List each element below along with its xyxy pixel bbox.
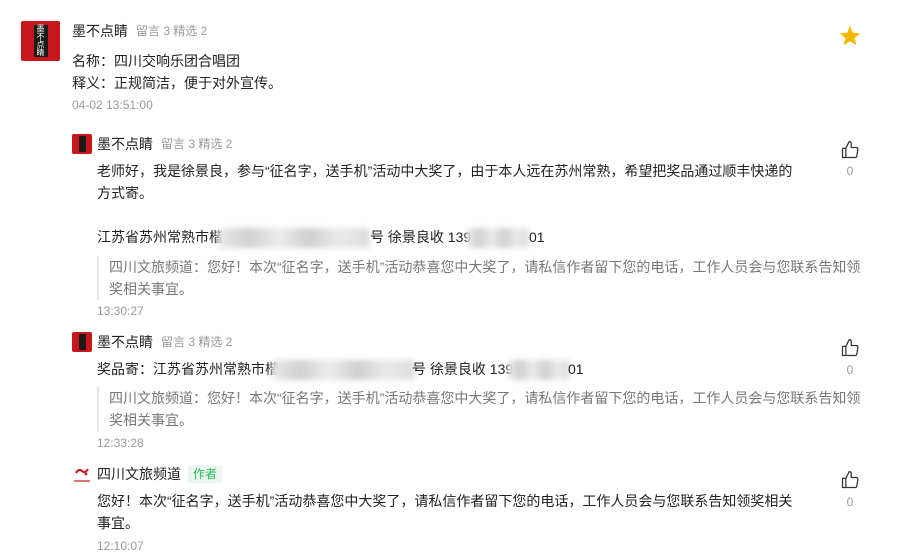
quote-line: 四川文旅频道：您好！本次“征名字，送手机”活动恭喜您中大奖了，请私信作者留下您的… — [109, 259, 861, 275]
redacted-phone — [508, 360, 570, 380]
avatar-char: 睛 — [36, 48, 45, 57]
reply-text-line: 老师好，我是徐景良，参与“征名字，送手机”活动中大奖了，由于本人远在苏州常熟，希… — [97, 163, 793, 179]
username[interactable]: 四川文旅频道 — [97, 464, 181, 484]
quote-line: 四川文旅频道：您好！本次“征名字，送手机”活动恭喜您中大奖了，请私信作者留下您的… — [109, 390, 861, 406]
like-count: 0 — [846, 164, 854, 178]
avatar[interactable] — [72, 332, 92, 352]
quote-line: 奖相关事宜。 — [109, 281, 193, 297]
username[interactable]: 墨不点睛 — [97, 134, 153, 154]
reply-text-line: 方式寄。 — [97, 185, 153, 201]
avatar[interactable] — [72, 464, 92, 484]
user-stats: 留言 3 精选 2 — [161, 137, 233, 151]
address-text-middle: 号 徐景良收 139 — [412, 361, 514, 377]
address-text-start: 奖品寄：江苏省苏州常熟市楷 — [97, 361, 279, 377]
avatar-logo: 墨 不 点 睛 — [33, 25, 48, 57]
user-stats: 留言 3 精选 2 — [136, 24, 208, 38]
reply-text-line: 事宜。 — [97, 515, 139, 531]
address-text-end: 01 — [568, 361, 584, 377]
thumbs-up-icon[interactable] — [840, 470, 860, 490]
avatar[interactable]: 墨 不 点 睛 — [21, 21, 60, 61]
quote-line: 奖相关事宜。 — [109, 412, 193, 428]
like-count: 0 — [846, 495, 854, 509]
username[interactable]: 墨不点睛 — [97, 332, 153, 352]
author-badge: 作者 — [188, 465, 223, 483]
address-text-start: 江苏省苏州常熟市楷 — [97, 229, 223, 245]
comment-text-line: 名称：四川交响乐团合唱团 — [72, 53, 240, 69]
address-text-end: 01 — [529, 229, 545, 245]
thumbs-up-icon[interactable] — [840, 140, 860, 160]
channel-logo-icon — [75, 467, 89, 475]
username[interactable]: 墨不点睛 — [72, 21, 128, 41]
like-count: 0 — [846, 363, 854, 377]
reply-time: 12:10:07 — [97, 539, 144, 553]
address-text-middle: 号 徐景良收 139 — [370, 229, 472, 245]
reply-time: 12:33:28 — [97, 436, 144, 450]
redacted-area — [218, 228, 370, 248]
avatar[interactable] — [72, 134, 92, 154]
comment-time: 04-02 13:51:00 — [72, 98, 153, 112]
quoted-reply: 四川文旅频道：您好！本次“征名字，送手机”活动恭喜您中大奖了，请私信作者留下您的… — [97, 256, 879, 300]
redacted-phone — [467, 228, 529, 248]
reply-time: 13:30:27 — [97, 304, 144, 318]
redacted-area — [272, 360, 415, 380]
user-stats: 留言 3 精选 2 — [161, 335, 233, 349]
quoted-reply: 四川文旅频道：您好！本次“征名字，送手机”活动恭喜您中大奖了，请私信作者留下您的… — [97, 387, 879, 431]
comment-text-line: 释义：正规简洁，便于对外宣传。 — [72, 75, 282, 91]
thumbs-up-icon[interactable] — [840, 338, 860, 358]
star-icon[interactable] — [839, 25, 861, 46]
reply-text-line: 您好！本次“征名字，送手机”活动恭喜您中大奖了，请私信作者留下您的电话，工作人员… — [97, 493, 793, 509]
